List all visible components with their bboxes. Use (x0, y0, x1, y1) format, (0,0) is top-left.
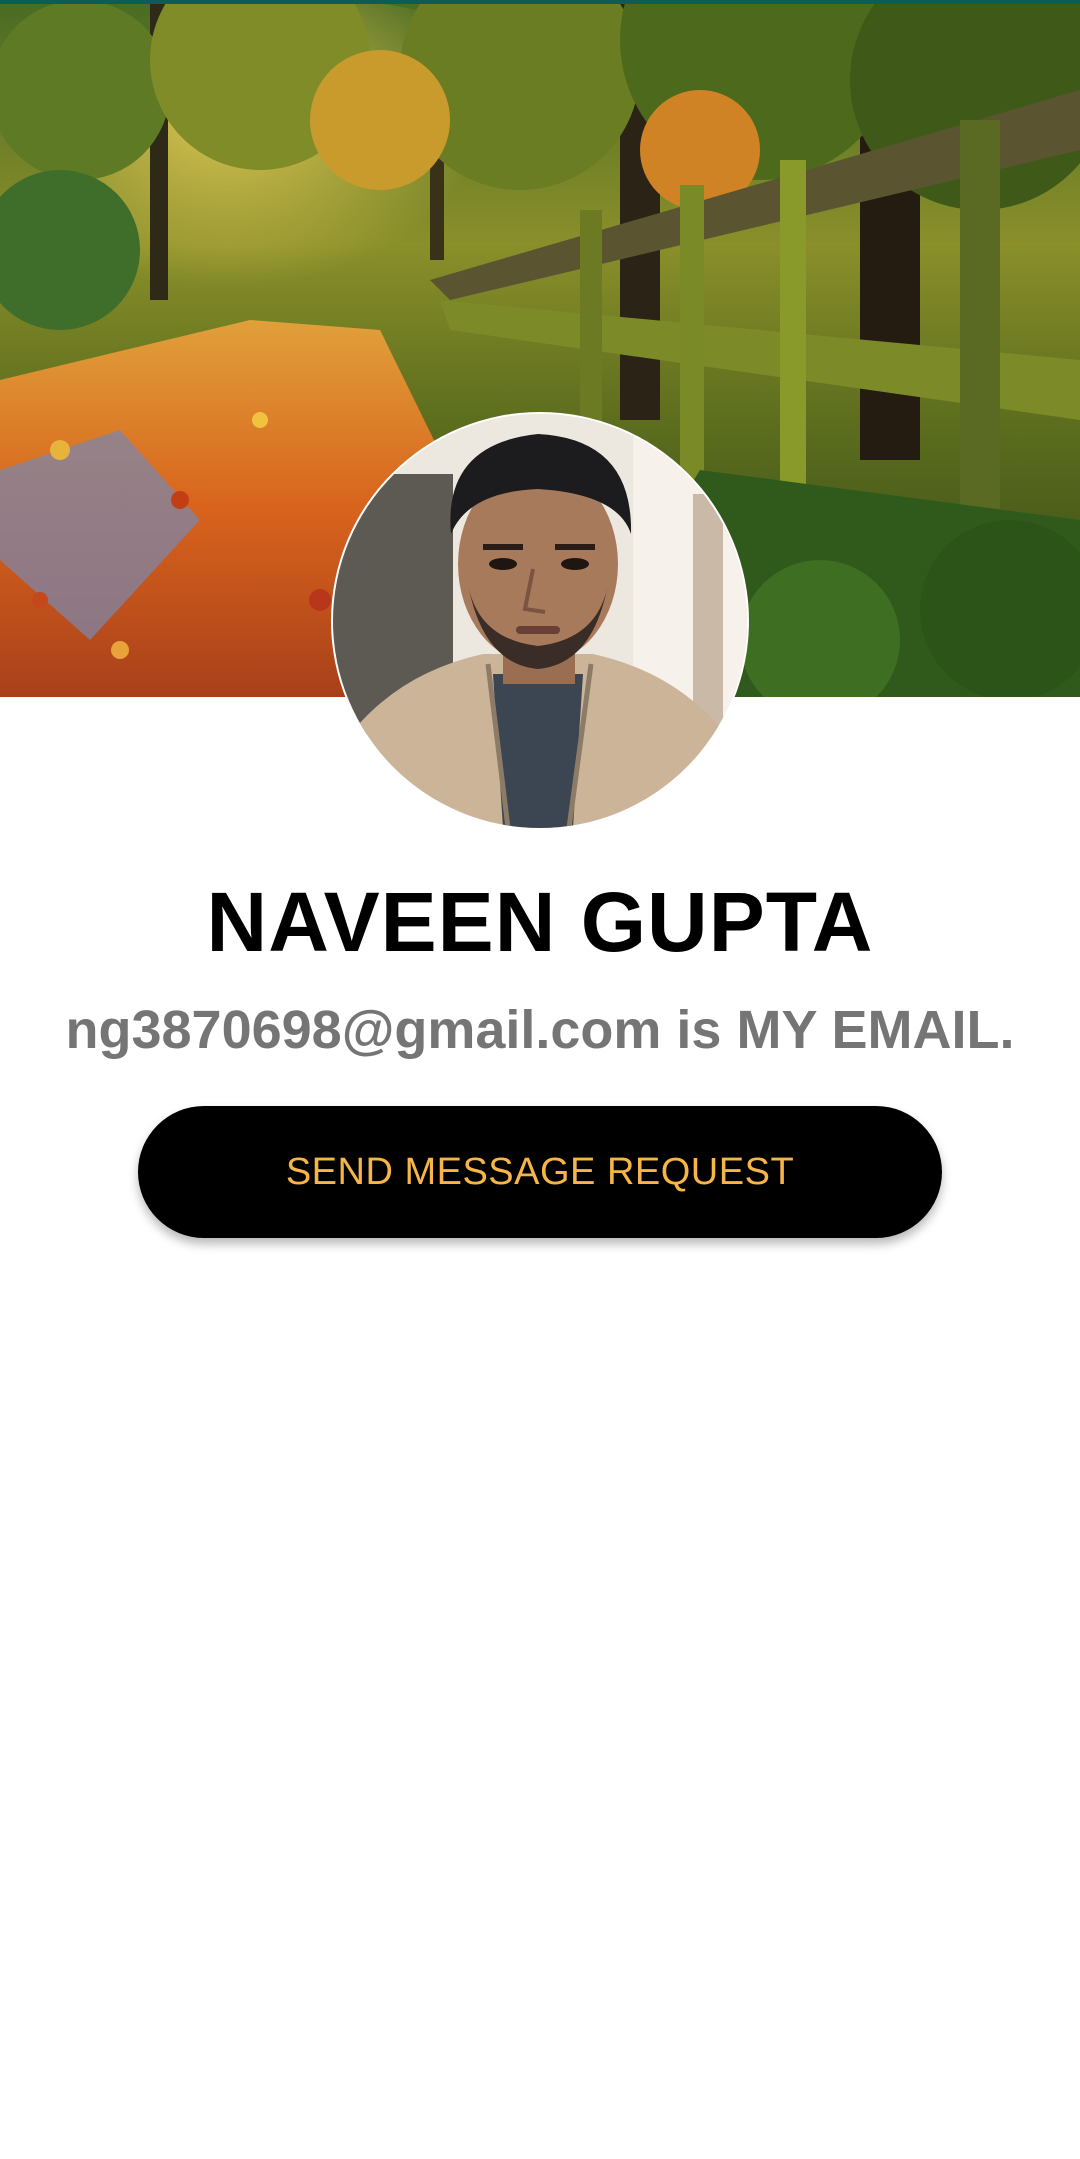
send-message-request-button[interactable]: SEND MESSAGE REQUEST (138, 1106, 942, 1238)
profile-email: ng3870698@gmail.com is MY EMAIL. (65, 1000, 1015, 1060)
profile-name: NAVEEN GUPTA (206, 875, 874, 969)
status-strip (0, 0, 1080, 4)
profile-screen: NAVEEN GUPTA ng3870698@gmail.com is MY E… (0, 0, 1080, 2159)
profile-avatar[interactable] (333, 414, 747, 828)
